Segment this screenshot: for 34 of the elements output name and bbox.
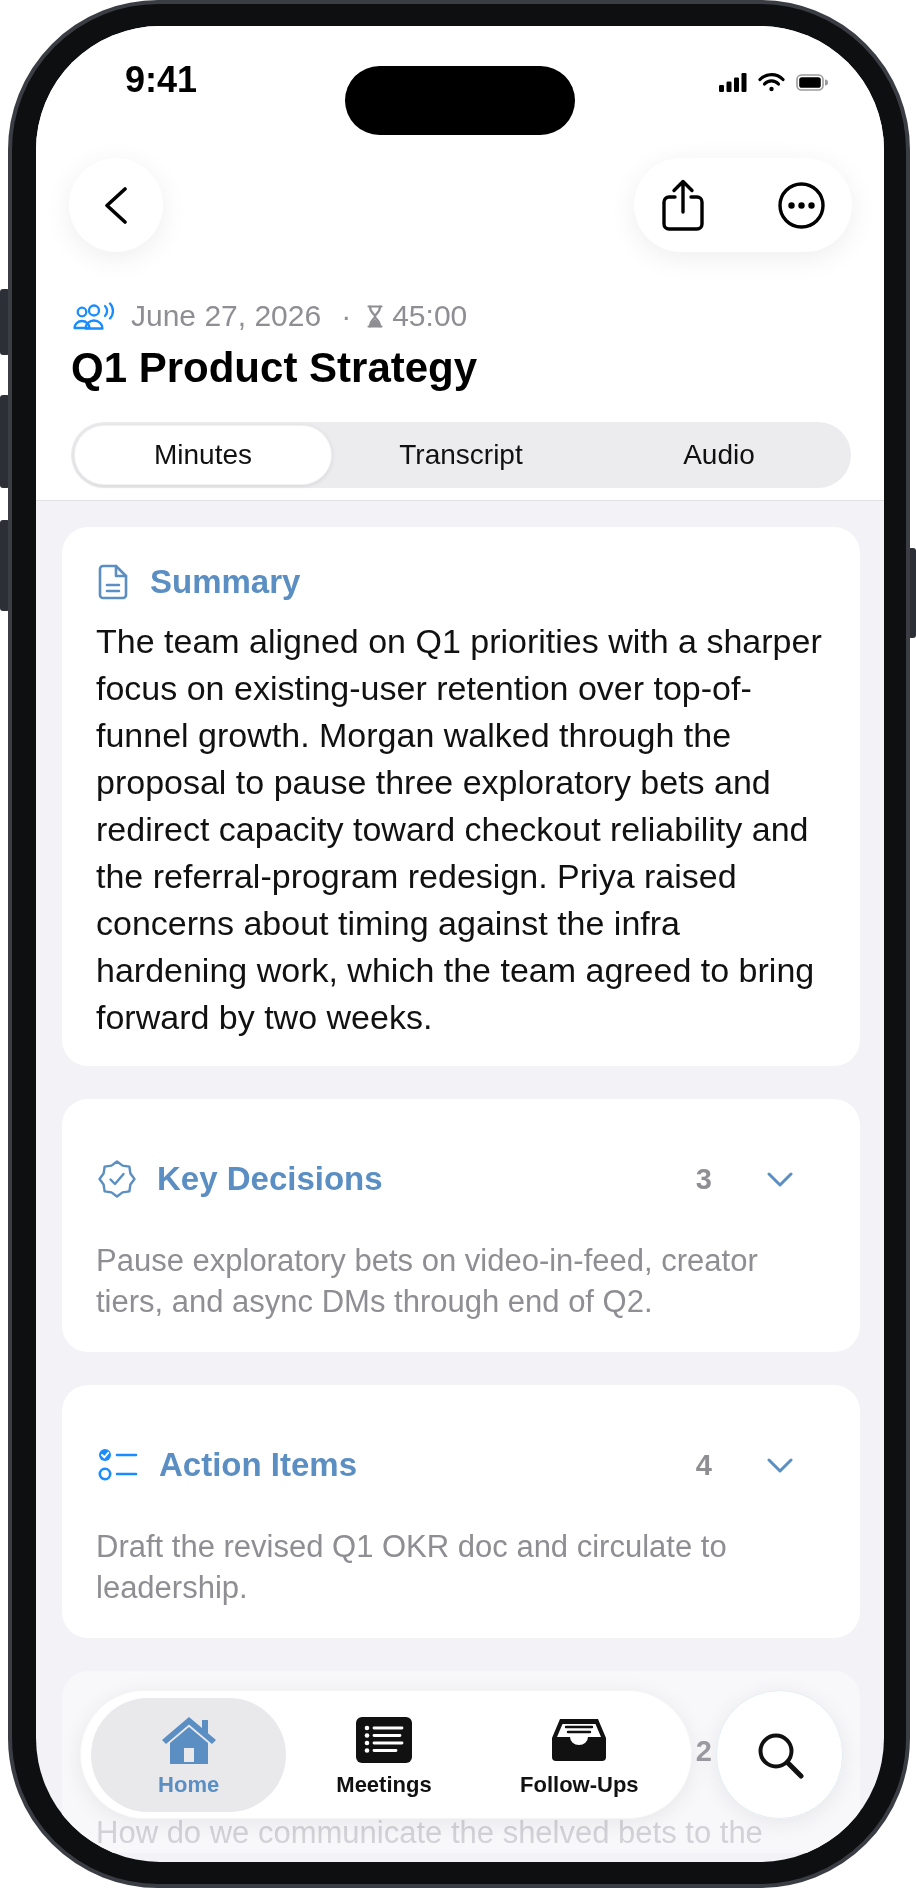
meeting-date: June 27, 2026 xyxy=(131,299,322,333)
signal-icon xyxy=(719,72,747,92)
tab-bar-item[interactable]: Follow-Ups xyxy=(481,1698,677,1812)
hourglass-icon xyxy=(367,304,384,328)
item-count: 4 xyxy=(695,1448,712,1482)
item-count: 3 xyxy=(695,1162,712,1196)
separator-dot: · xyxy=(341,299,352,333)
meeting-duration: 45:00 xyxy=(392,299,468,333)
list-icon xyxy=(356,1717,412,1763)
section-preview: Draft the revised Q1 OKR doc and circulate to leadership. xyxy=(96,1528,728,1607)
inbox-tray-icon xyxy=(551,1718,608,1762)
battery-icon xyxy=(796,73,828,91)
more-icon xyxy=(777,181,825,229)
section-title: Action Items xyxy=(159,1445,358,1485)
status-time: 9:41 xyxy=(125,62,198,98)
people-audio-icon xyxy=(73,302,117,330)
chevron-left-icon xyxy=(104,186,128,224)
section-title: Key Decisions xyxy=(157,1159,383,1199)
segment-tab[interactable]: Transcript xyxy=(332,425,590,485)
segment-tab[interactable]: Audio xyxy=(590,425,848,485)
chevron-down-icon[interactable] xyxy=(767,1171,793,1187)
badge-check-icon xyxy=(98,1160,136,1198)
chevron-down-icon[interactable] xyxy=(767,1457,793,1473)
summary-text: The team aligned on Q1 priorities with a sharper focus on existing-user retention over top-of-funnel growth. Morgan walked through the proposal to pause three exploratory bets and redirect capacity toward checkout reliability and the referral-program redesign. Priya raised concerns about timing against the infra hardening work, which the team agreed to bring forward by two weeks. xyxy=(96,621,823,1038)
section-preview: Pause exploratory bets on video-in-feed, creator tiers, and async DMs through end of Q2. xyxy=(96,1242,759,1321)
document-icon xyxy=(98,564,128,600)
segment-tab[interactable]: Minutes xyxy=(74,425,332,485)
share-icon xyxy=(662,179,704,231)
section-title: Summary xyxy=(150,562,301,602)
meeting-title: Q1 Product Strategy xyxy=(70,344,479,392)
item-count: 2 xyxy=(695,1734,712,1768)
tab-bar-item[interactable]: Meetings xyxy=(286,1698,482,1812)
checklist-icon xyxy=(98,1448,138,1482)
wifi-icon xyxy=(758,72,785,92)
